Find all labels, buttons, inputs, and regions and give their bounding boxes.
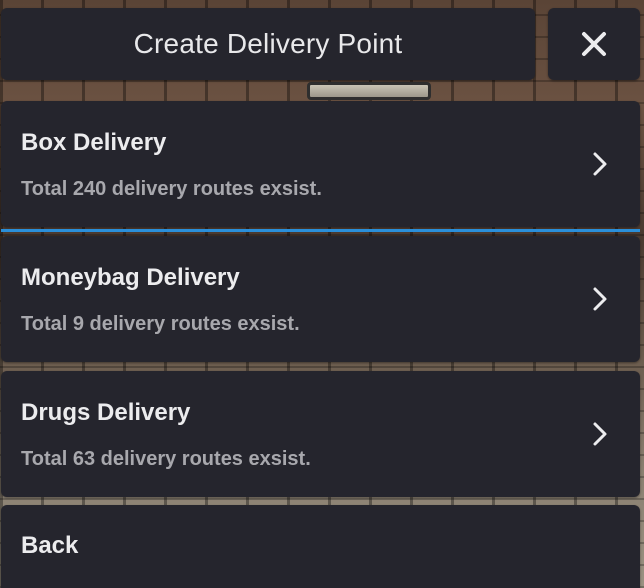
menu-header: Create Delivery Point bbox=[1, 8, 535, 80]
chevron-right-icon bbox=[590, 420, 610, 448]
menu-item-subtitle: Total 63 delivery routes exsist. bbox=[21, 448, 311, 470]
menu-item-title: Drugs Delivery bbox=[21, 399, 191, 426]
menu-item-moneybag-delivery[interactable]: Moneybag Delivery Total 9 delivery route… bbox=[1, 236, 640, 362]
menu-item-subtitle: Total 240 delivery routes exsist. bbox=[21, 178, 322, 200]
menu-item-title: Moneybag Delivery bbox=[21, 264, 240, 291]
back-button-label: Back bbox=[21, 532, 79, 559]
back-button[interactable]: Back bbox=[1, 505, 640, 588]
menu-item-drugs-delivery[interactable]: Drugs Delivery Total 63 delivery routes … bbox=[1, 371, 640, 497]
menu-title: Create Delivery Point bbox=[133, 28, 403, 59]
chevron-right-icon bbox=[590, 285, 610, 313]
chevron-right-icon bbox=[590, 150, 610, 178]
close-icon bbox=[581, 31, 607, 57]
selection-indicator bbox=[1, 229, 640, 232]
menu-item-title: Box Delivery bbox=[21, 129, 167, 156]
close-button[interactable] bbox=[548, 8, 640, 80]
menu-item-subtitle: Total 9 delivery routes exsist. bbox=[21, 313, 300, 335]
menu-item-box-delivery[interactable]: Box Delivery Total 240 delivery routes e… bbox=[1, 101, 640, 227]
background-scene-detail bbox=[307, 82, 431, 100]
